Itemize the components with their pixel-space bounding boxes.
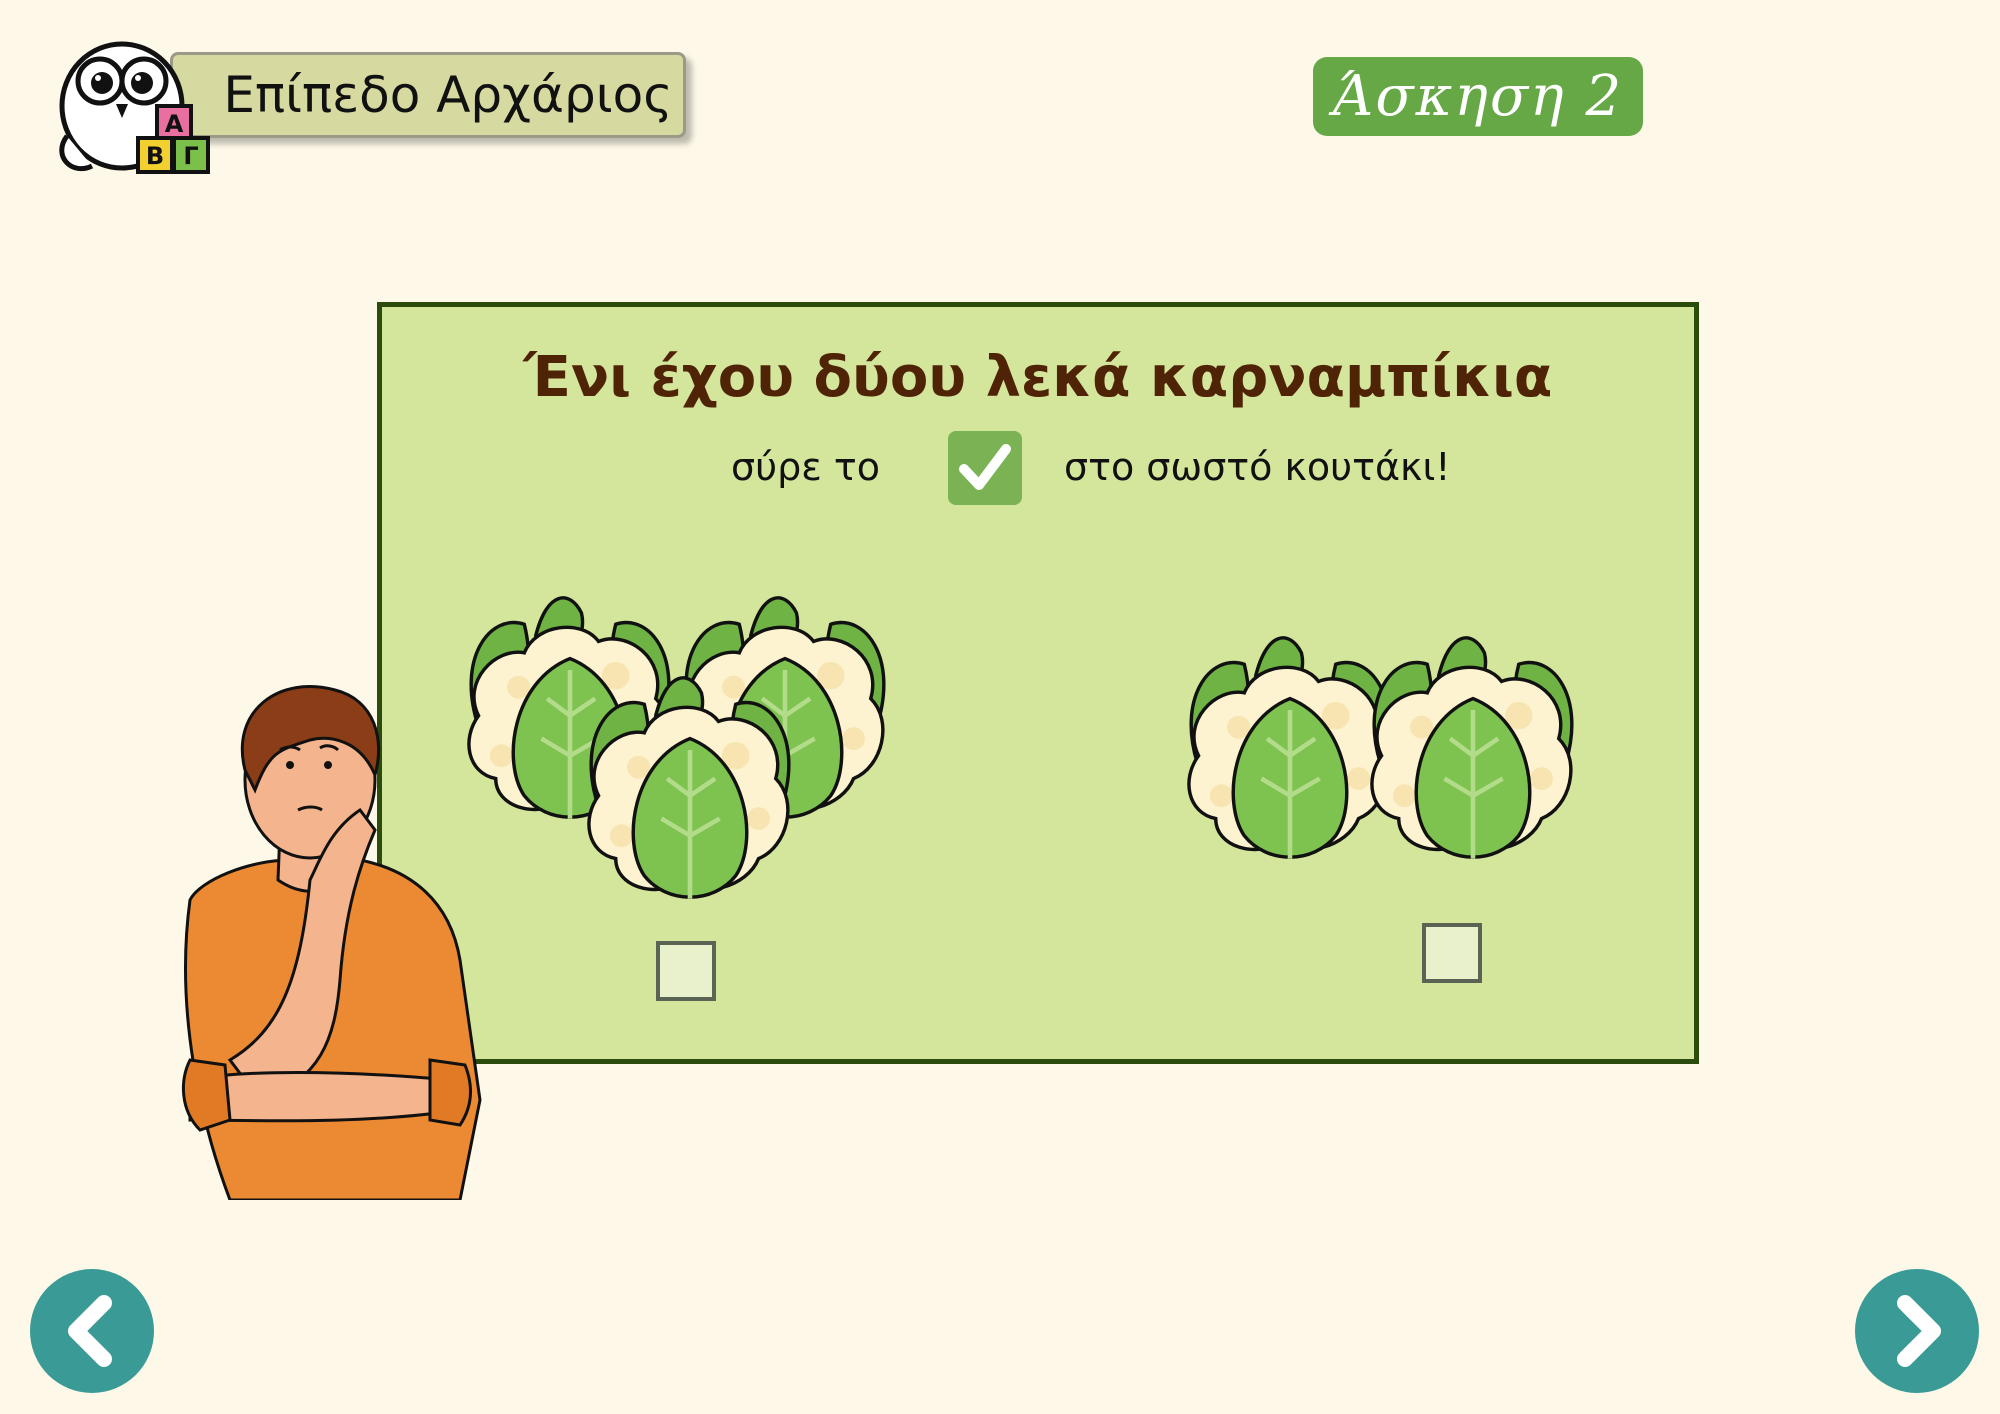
previous-button[interactable] (30, 1269, 154, 1393)
cauliflower-image (575, 670, 805, 910)
answer-drop-box-three[interactable] (656, 941, 716, 1001)
instruction-text-before: σύρε το (731, 445, 880, 489)
chevron-right-icon (1897, 1295, 1941, 1367)
thinking-person-illustration (181, 685, 482, 1200)
owl-logo: Α Β Γ (59, 41, 210, 174)
option-group-two (1175, 630, 1635, 890)
draggable-checkmark[interactable] (948, 431, 1022, 505)
svg-text:Α: Α (165, 110, 184, 138)
checkmark-icon (959, 444, 1011, 490)
exercise-label: Άσκηση 2 (1332, 64, 1624, 129)
instruction-text-after: στο σωστό κουτάκι! (1064, 445, 1451, 489)
level-banner: Επίπεδο Αρχάριος (170, 52, 686, 138)
cauliflower-image (1358, 630, 1588, 870)
option-group-three (455, 590, 955, 920)
svg-text:Γ: Γ (183, 142, 198, 170)
chevron-left-icon (68, 1295, 112, 1367)
level-label: Επίπεδο Αρχάριος (223, 66, 673, 124)
next-button[interactable] (1855, 1269, 1979, 1393)
answer-drop-box-two[interactable] (1422, 923, 1482, 983)
svg-text:Β: Β (146, 142, 164, 170)
exercise-number-badge: Άσκηση 2 (1313, 57, 1643, 136)
question-title: Ένι έχου δύου λεκά καρναμπίκια (523, 345, 1553, 410)
